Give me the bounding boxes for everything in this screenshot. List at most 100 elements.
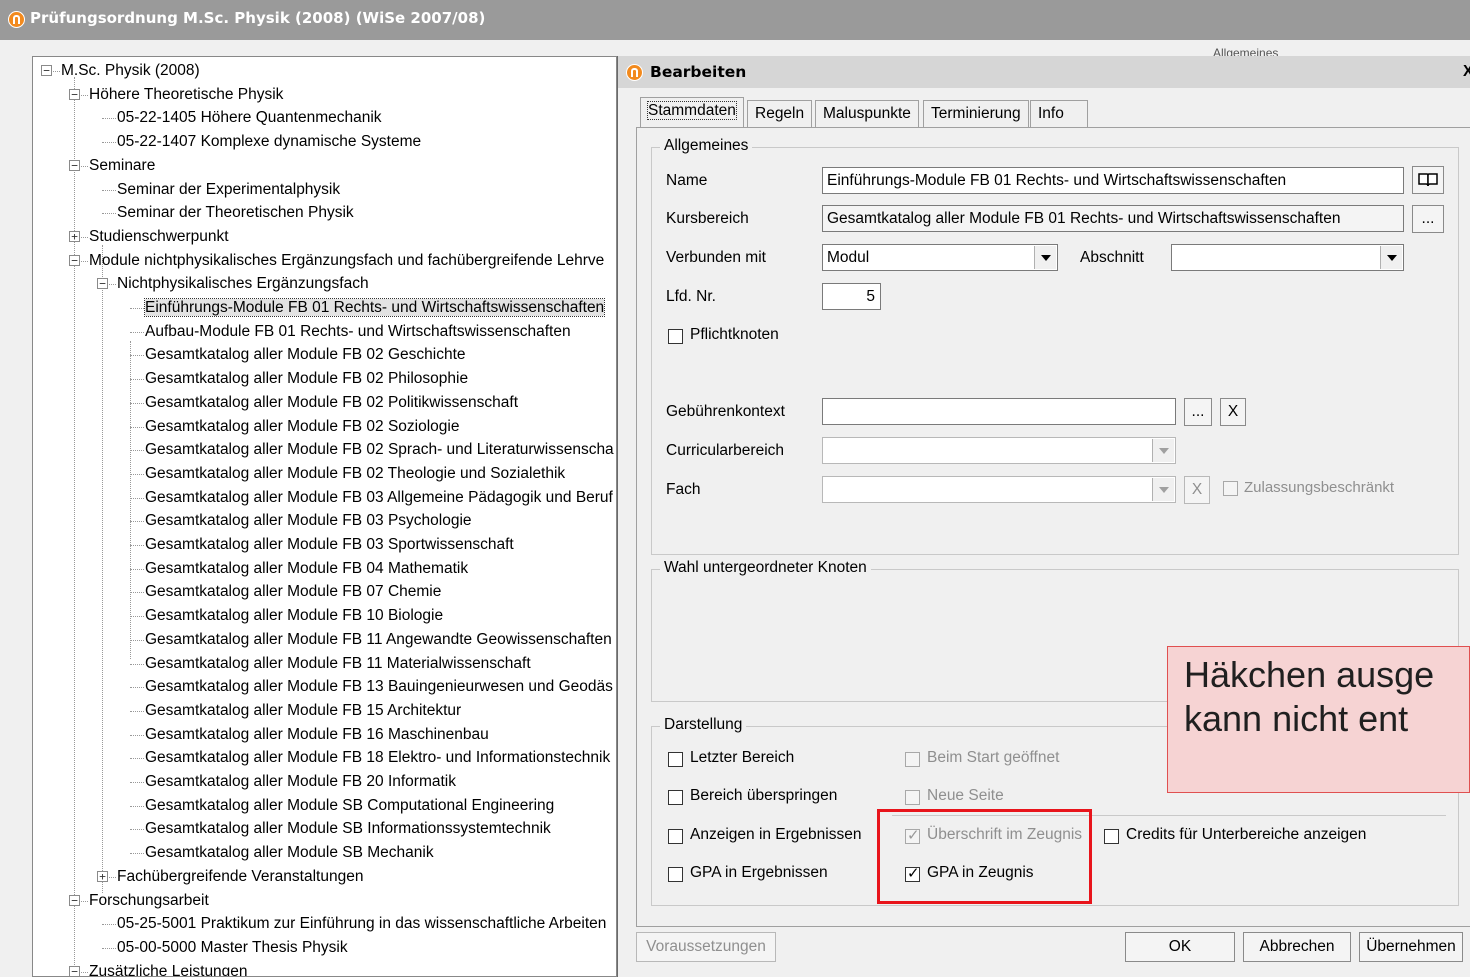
tree-item[interactable]: Gesamtkatalog aller Module FB 20 Informa… [145, 770, 456, 793]
name-field[interactable]: Einführungs-Module FB 01 Rechts- und Wir… [822, 167, 1404, 194]
fach-clear-button[interactable]: X [1184, 476, 1210, 504]
tree-item[interactable]: Gesamtkatalog aller Module SB Mechanik [145, 841, 434, 864]
expand-icon[interactable]: + [69, 230, 80, 242]
tree-item[interactable]: Zusätzliche Leistungen [89, 960, 248, 976]
tree-item[interactable]: Gesamtkatalog aller Module FB 15 Archite… [145, 699, 461, 722]
fach-select[interactable] [822, 476, 1176, 503]
tab-info[interactable]: Info [1030, 100, 1088, 128]
tree-item[interactable]: Gesamtkatalog aller Module FB 02 Theolog… [145, 462, 565, 485]
tab-maluspunkte[interactable]: Maluspunkte [815, 100, 919, 128]
credits-unterbereiche-checkbox[interactable] [1104, 829, 1119, 844]
gebuehren-field[interactable] [822, 398, 1176, 425]
tree-item[interactable]: Gesamtkatalog aller Module FB 11 Angewan… [145, 628, 612, 651]
tree-item[interactable]: Gesamtkatalog aller Module FB 02 Philoso… [145, 367, 468, 390]
tree-item-label: 05-00-5000 Master Thesis Physik [117, 938, 348, 956]
tree-connector [130, 782, 144, 783]
tree-item[interactable]: Gesamtkatalog aller Module FB 10 Biologi… [145, 604, 443, 627]
tree-item-label: Gesamtkatalog aller Module FB 11 Materia… [145, 654, 531, 672]
collapse-icon[interactable]: − [69, 159, 80, 171]
abschnitt-select[interactable] [1171, 244, 1404, 271]
voraussetzungen-button[interactable]: Voraussetzungen [636, 932, 776, 962]
tree-item[interactable]: Gesamtkatalog aller Module SB Informatio… [145, 817, 551, 840]
tree-item[interactable]: Höhere Theoretische Physik [89, 83, 283, 106]
tree-item[interactable]: Seminare [89, 154, 155, 177]
close-icon[interactable]: X [1463, 63, 1470, 81]
chevron-down-icon[interactable] [1380, 246, 1402, 269]
tree-item[interactable]: Fachübergreifende Veranstaltungen [117, 865, 363, 888]
tree-item[interactable]: Seminar der Theoretischen Physik [117, 201, 354, 224]
tree-item-label: Gesamtkatalog aller Module FB 13 Bauinge… [145, 678, 613, 696]
neue-seite-checkbox[interactable] [905, 790, 920, 805]
dialog-titlebar: Bearbeiten X [618, 56, 1470, 88]
letzter-bereich-checkbox[interactable] [668, 752, 683, 767]
gebuehren-browse-button[interactable]: ... [1184, 398, 1212, 426]
collapse-icon[interactable]: − [41, 65, 52, 76]
tab-regeln[interactable]: Regeln [747, 100, 813, 128]
tree-item[interactable]: Gesamtkatalog aller Module FB 13 Bauinge… [145, 675, 613, 698]
anzeigen-ergebnissen-checkbox[interactable] [668, 829, 683, 844]
tree-item-label: Nichtphysikalisches Ergänzungsfach [117, 275, 369, 293]
zulassung-checkbox[interactable] [1223, 481, 1238, 496]
lfdnr-label: Lfd. Nr. [666, 288, 716, 305]
abbrechen-button[interactable]: Abbrechen [1243, 932, 1351, 962]
tree-item[interactable]: Gesamtkatalog aller Module FB 07 Chemie [145, 580, 441, 603]
tree-item[interactable]: Einführungs-Module FB 01 Rechts- und Wir… [143, 296, 606, 319]
tree-item[interactable]: Gesamtkatalog aller Module FB 02 Sprach-… [145, 438, 614, 461]
tree-item[interactable]: Gesamtkatalog aller Module FB 03 Psychol… [145, 509, 472, 532]
tree-item[interactable]: Gesamtkatalog aller Module FB 03 Allgeme… [145, 486, 613, 509]
tree-item[interactable]: 05-22-1405 Höhere Quantenmechanik [117, 106, 382, 129]
book-icon [1418, 173, 1438, 187]
lookup-book-button[interactable] [1412, 166, 1444, 194]
tab-terminierung[interactable]: Terminierung [923, 100, 1029, 128]
tree-item[interactable]: Gesamtkatalog aller Module FB 18 Elektro… [145, 746, 610, 769]
gpa-ergebnissen-checkbox[interactable] [668, 867, 683, 882]
chevron-down-icon[interactable] [1152, 478, 1174, 501]
curricular-label: Curricularbereich [666, 442, 785, 459]
collapse-icon[interactable]: − [97, 278, 108, 290]
tree-item-label: Gesamtkatalog aller Module FB 02 Geschic… [145, 346, 466, 364]
uebernehmen-button[interactable]: Übernehmen [1359, 932, 1463, 962]
tree-item[interactable]: Gesamtkatalog aller Module FB 02 Politik… [145, 391, 518, 414]
tree-item[interactable]: Gesamtkatalog aller Module FB 16 Maschin… [145, 723, 489, 746]
tree-view[interactable]: M.Sc. Physik (2008) − Höhere Theoretische … [32, 56, 617, 977]
tree-item[interactable]: Aufbau-Module FB 01 Rechts- und Wirtscha… [145, 320, 571, 343]
bereich-ueberspringen-checkbox[interactable] [668, 790, 683, 805]
gebuehren-clear-button[interactable]: X [1220, 398, 1246, 426]
tree-item[interactable]: Seminar der Experimentalphysik [117, 178, 340, 201]
tab-stammdaten[interactable]: Stammdaten [640, 97, 744, 128]
pflichtknoten-checkbox[interactable] [668, 329, 683, 344]
tree-item[interactable]: Nichtphysikalisches Ergänzungsfach [117, 272, 369, 295]
expand-icon[interactable]: + [97, 870, 108, 882]
tree-item[interactable]: Gesamtkatalog aller Module FB 02 Geschic… [145, 343, 466, 366]
tree-connector [130, 450, 144, 452]
chevron-down-icon[interactable] [1152, 439, 1174, 462]
tree-item[interactable]: Forschungsarbeit [89, 889, 209, 912]
tree-item-label: Gesamtkatalog aller Module FB 02 Politik… [145, 393, 519, 411]
curricular-select[interactable] [822, 437, 1176, 464]
tree-item[interactable]: Gesamtkatalog aller Module SB Computatio… [145, 794, 554, 817]
group-caption-allgemeines: Allgemeines [660, 137, 753, 155]
tree-item[interactable]: 05-25-5001 Praktikum zur Einführung in d… [117, 912, 606, 935]
chevron-down-icon[interactable] [1034, 246, 1056, 269]
verbunden-select[interactable]: Modul [822, 244, 1058, 271]
annotation-line-2: kann nicht ent [1184, 698, 1409, 739]
lfdnr-field[interactable]: 5 [822, 283, 881, 310]
tree-item[interactable]: Gesamtkatalog aller Module FB 03 Sportwi… [145, 533, 514, 556]
tree-connector [130, 805, 144, 807]
beim-start-checkbox[interactable] [905, 752, 920, 767]
tree-item[interactable]: 05-22-1407 Komplexe dynamische Systeme [117, 130, 421, 153]
name-label: Name [666, 172, 708, 189]
collapse-icon[interactable]: − [69, 254, 80, 266]
kursbereich-browse-button[interactable]: ... [1412, 205, 1444, 233]
collapse-icon[interactable]: − [69, 965, 80, 976]
tree-item[interactable]: M.Sc. Physik (2008) [61, 59, 200, 82]
tree-item[interactable]: Gesamtkatalog aller Module FB 02 Soziolo… [145, 415, 459, 438]
tree-item[interactable]: Gesamtkatalog aller Module FB 04 Mathema… [145, 557, 468, 580]
tree-item[interactable]: Module nichtphysikalisches Ergänzungsfac… [89, 249, 604, 272]
collapse-icon[interactable]: − [69, 88, 80, 100]
tree-item[interactable]: Studienschwerpunkt [89, 225, 229, 248]
collapse-icon[interactable]: − [69, 894, 80, 906]
tree-item[interactable]: Gesamtkatalog aller Module FB 11 Materia… [145, 652, 531, 675]
tree-item[interactable]: 05-00-5000 Master Thesis Physik [117, 936, 348, 959]
ok-button[interactable]: OK [1125, 932, 1235, 962]
